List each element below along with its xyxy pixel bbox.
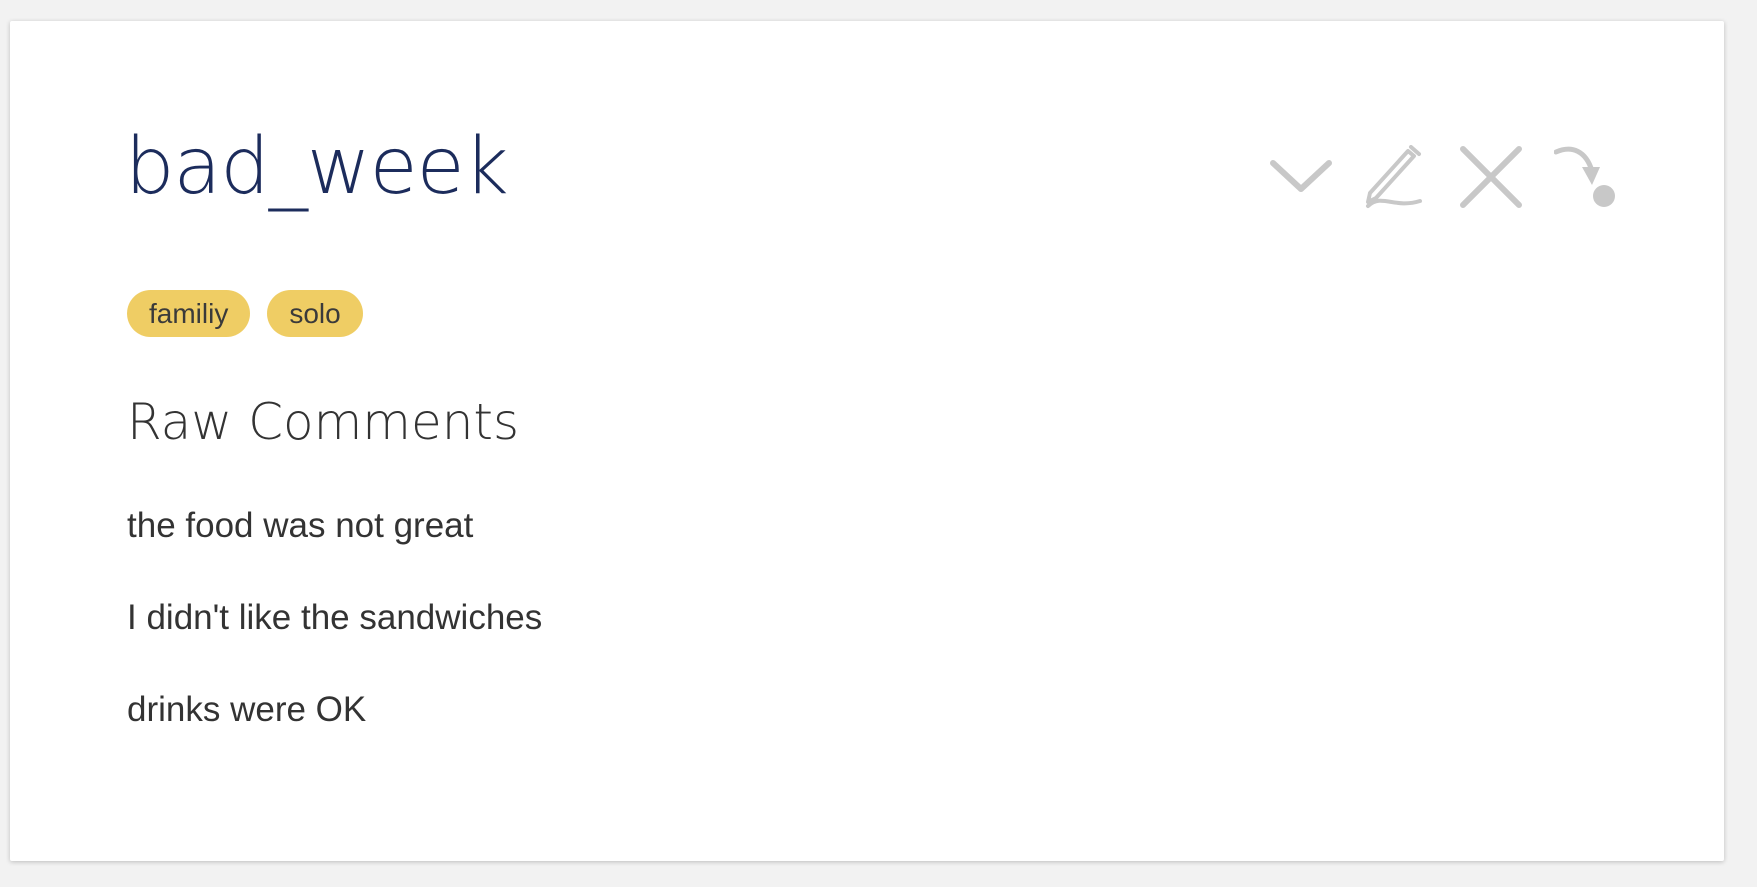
edit-button[interactable] xyxy=(1360,141,1432,213)
pencil-icon xyxy=(1366,145,1422,208)
collapse-button[interactable] xyxy=(1265,141,1337,213)
delete-button[interactable] xyxy=(1455,141,1527,213)
comment-item: I didn't like the sandwiches xyxy=(127,598,543,637)
tag-solo[interactable]: solo xyxy=(267,290,363,337)
comment-item: drinks were OK xyxy=(127,690,367,729)
note-card: bad_week familiy solo Raw Comments the f… xyxy=(10,21,1724,861)
comment-item: the food was not great xyxy=(127,506,474,545)
chevron-down-icon xyxy=(1270,160,1332,192)
section-title: Raw Comments xyxy=(127,393,520,451)
comment-list: the food was not great I didn't like the… xyxy=(127,501,542,777)
move-button[interactable] xyxy=(1550,141,1622,213)
curved-arrow-icon xyxy=(1554,146,1615,207)
card-title: bad_week xyxy=(125,122,509,212)
close-icon xyxy=(1460,146,1522,208)
tag-familiy[interactable]: familiy xyxy=(127,290,251,337)
tag-list: familiy solo xyxy=(127,290,363,337)
card-actions xyxy=(1265,141,1622,213)
